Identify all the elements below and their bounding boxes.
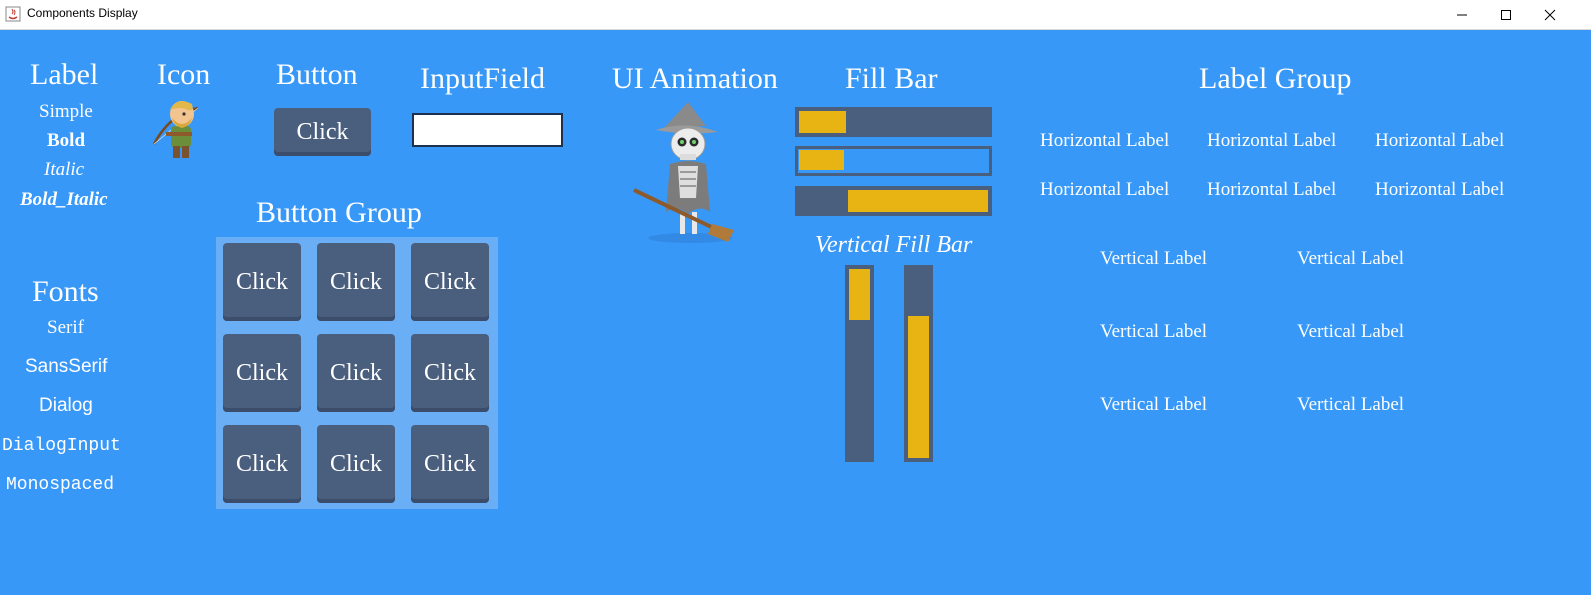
- horizontal-label: Horizontal Label: [1207, 130, 1337, 151]
- horizontal-label: Horizontal Label: [1207, 179, 1337, 200]
- fonts-section-header: Fonts: [32, 275, 99, 308]
- button-group-header: Button Group: [256, 196, 422, 229]
- vertical-label: Vertical Label: [1297, 248, 1405, 269]
- horizontal-fill-bar: [795, 107, 992, 137]
- vertical-fill-bar: [904, 265, 933, 462]
- vertical-fill-level: [849, 269, 870, 320]
- label-simple: Simple: [39, 101, 93, 122]
- group-click-button[interactable]: Click: [223, 243, 301, 321]
- label-group-header: Label Group: [1199, 62, 1352, 95]
- horizontal-fill-level: [799, 111, 846, 133]
- button-section-header: Button: [276, 58, 358, 91]
- click-button[interactable]: Click: [274, 108, 371, 156]
- icon-section-header: Icon: [157, 58, 211, 91]
- font-serif-label: Serif: [47, 317, 84, 338]
- label-bold: Bold: [47, 130, 86, 151]
- java-app-icon: [5, 6, 21, 22]
- archer-character-icon: [152, 101, 199, 158]
- vertical-label: Vertical Label: [1297, 321, 1405, 342]
- maximize-button[interactable]: [1483, 0, 1529, 29]
- inputfield-section-header: InputField: [420, 62, 545, 95]
- minimize-button[interactable]: [1439, 0, 1485, 29]
- font-monospaced-label: Monospaced: [6, 475, 115, 495]
- group-click-button[interactable]: Click: [411, 334, 489, 412]
- skeleton-wizard-animation: [633, 102, 734, 243]
- fillbar-section-header: Fill Bar: [845, 62, 938, 95]
- vertical-label: Vertical Label: [1100, 321, 1208, 342]
- window-title: Components Display: [27, 6, 138, 20]
- vertical-fillbar-header: Vertical Fill Bar: [815, 232, 973, 258]
- group-click-button[interactable]: Click: [317, 243, 395, 321]
- font-sansserif-label: SansSerif: [25, 356, 108, 377]
- label-bold-italic: Bold_Italic: [20, 189, 108, 210]
- minimize-icon: [1457, 14, 1467, 15]
- horizontal-fill-bar: [795, 146, 992, 176]
- font-dialog-label: Dialog: [39, 395, 93, 416]
- close-icon: [1544, 9, 1556, 20]
- vertical-label: Vertical Label: [1100, 394, 1208, 415]
- font-dialoginput-label: DialogInput: [2, 436, 121, 456]
- vertical-label: Vertical Label: [1100, 248, 1208, 269]
- label-section-header: Label: [30, 58, 99, 91]
- horizontal-fill-level: [848, 190, 988, 212]
- close-button[interactable]: [1527, 0, 1573, 29]
- vertical-fill-level: [908, 316, 929, 458]
- vertical-label: Vertical Label: [1297, 394, 1405, 415]
- group-click-button[interactable]: Click: [317, 425, 395, 503]
- window-titlebar: Components Display: [0, 0, 1591, 30]
- vertical-fill-bar: [845, 265, 874, 462]
- group-click-button[interactable]: Click: [411, 425, 489, 503]
- label-italic: Italic: [44, 159, 85, 180]
- horizontal-fill-level: [799, 150, 844, 170]
- horizontal-fill-bar: [795, 186, 992, 216]
- group-click-button[interactable]: Click: [223, 334, 301, 412]
- animation-section-header: UI Animation: [612, 62, 778, 95]
- group-click-button[interactable]: Click: [411, 243, 489, 321]
- horizontal-label: Horizontal Label: [1375, 130, 1505, 151]
- group-click-button[interactable]: Click: [317, 334, 395, 412]
- horizontal-label: Horizontal Label: [1040, 179, 1170, 200]
- text-input-field[interactable]: [412, 113, 563, 147]
- horizontal-label: Horizontal Label: [1375, 179, 1505, 200]
- maximize-icon: [1501, 9, 1511, 20]
- group-click-button[interactable]: Click: [223, 425, 301, 503]
- horizontal-label: Horizontal Label: [1040, 130, 1170, 151]
